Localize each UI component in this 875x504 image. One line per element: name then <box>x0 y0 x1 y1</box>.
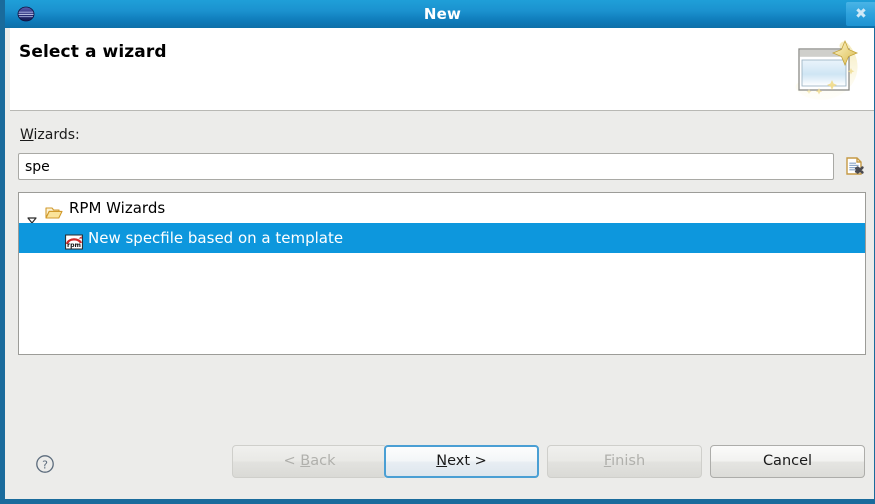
next-button[interactable]: Next > <box>384 445 539 478</box>
back-button-suffix: ack <box>310 453 336 469</box>
wizards-label: Wizards: <box>20 127 80 143</box>
cancel-button-suffix: Cancel <box>762 453 813 469</box>
cancel-button[interactable]: Cancel <box>710 445 865 478</box>
dialog-header: Select a wizard <box>10 28 874 111</box>
finish-button-suffix: inish <box>611 453 646 469</box>
tree-row-label: New specfile based on a template <box>88 229 344 247</box>
new-wizard-dialog: New ✖ Select a wizard Wizards: spe RPM W… <box>0 0 875 504</box>
finish-button[interactable]: Finish <box>547 445 702 478</box>
clear-filter-icon[interactable] <box>843 155 867 179</box>
window-title: New <box>423 5 462 23</box>
wizard-filter-input[interactable] <box>18 153 834 180</box>
wizards-label-rest: izards: <box>33 127 80 143</box>
wizards-tree[interactable]: RPM Wizards rpm New specfile based on a … <box>18 192 866 355</box>
back-button[interactable]: < Back <box>232 445 387 478</box>
tree-row[interactable]: rpm New specfile based on a template <box>19 223 865 253</box>
svg-text:rpm: rpm <box>67 242 81 249</box>
wizard-window-sparkle-icon <box>788 32 866 106</box>
title-bar[interactable]: New ✖ <box>5 0 875 28</box>
back-button-mnemonic: B <box>300 453 311 469</box>
open-folder-icon <box>45 200 63 219</box>
back-button-prefix: < <box>283 453 301 469</box>
chevron-down-icon[interactable] <box>27 204 37 224</box>
dialog-button-bar: ? < Back Next > Finish Cancel <box>10 429 874 499</box>
svg-text:?: ? <box>42 458 48 471</box>
close-icon[interactable]: ✖ <box>846 2 875 26</box>
next-button-suffix: ext > <box>447 453 487 469</box>
next-button-mnemonic: N <box>436 453 448 469</box>
wizards-label-mnemonic: W <box>20 127 34 143</box>
tree-row[interactable]: RPM Wizards <box>19 193 865 224</box>
dialog-body: Wizards: spe RPM Wizards rpm New specfil… <box>10 111 874 499</box>
help-question-icon[interactable]: ? <box>35 454 55 474</box>
rpm-package-icon: rpm <box>65 230 83 250</box>
page-title: Select a wizard <box>19 42 167 62</box>
tree-row-label: RPM Wizards <box>69 199 166 217</box>
